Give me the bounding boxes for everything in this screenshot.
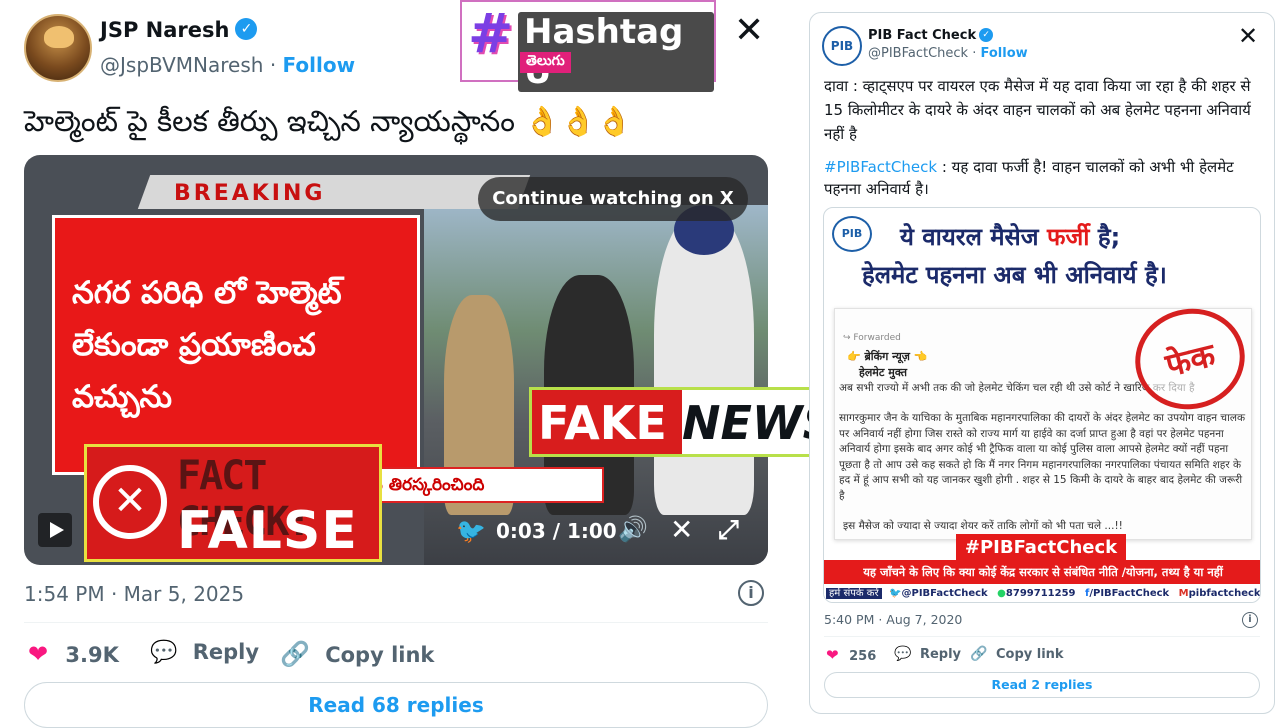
tweet-image[interactable]: PIB ये वायरल मैसेज फर्जी है; हेलमेट पहनन… bbox=[823, 207, 1261, 603]
continue-watching-button[interactable]: Continue watching on X bbox=[478, 177, 748, 221]
like-button[interactable]: ❤ 256 bbox=[826, 646, 876, 664]
read-replies-button[interactable]: Read 2 replies bbox=[824, 672, 1260, 698]
reply-button[interactable]: 💬 Reply bbox=[894, 646, 961, 662]
tweet-verdict-text: #PIBFactCheck : यह दावा फर्जी है! वाहन च… bbox=[824, 158, 1234, 198]
message-title: 👉 ब्रेकिंग न्यूज़ 👈 bbox=[847, 350, 928, 363]
reply-button[interactable]: 💬 Reply bbox=[150, 640, 259, 665]
whatsapp-icon: ● bbox=[997, 588, 1006, 599]
gmail-icon: M bbox=[1178, 588, 1189, 599]
user-handle-row: @JspBVMNaresh · Follow bbox=[100, 53, 356, 77]
video-scene bbox=[424, 205, 768, 565]
twitter-bird-icon: 🐦 bbox=[456, 517, 486, 545]
heart-icon: ❤ bbox=[826, 646, 839, 664]
divider bbox=[824, 636, 1260, 637]
tweet-timestamp[interactable]: 1:54 PM · Mar 5, 2025 bbox=[24, 582, 244, 606]
message-footer: इस मैसेज को ज्यादा से ज्यादा शेयर करें त… bbox=[843, 520, 1123, 532]
volume-icon[interactable]: 🔊 bbox=[618, 515, 648, 543]
x-logo-icon[interactable]: ✕ bbox=[1238, 22, 1258, 50]
pib-contact-row: हमें संपर्क करें 🐦@PIBFactCheck ●8799711… bbox=[824, 584, 1260, 602]
read-replies-button[interactable]: Read 68 replies bbox=[24, 682, 768, 728]
user-handle[interactable]: @JspBVMNaresh bbox=[100, 53, 263, 77]
reply-icon: 💬 bbox=[150, 640, 178, 665]
like-button[interactable]: ❤ 3.9K bbox=[28, 640, 119, 668]
video-headline: నగర పరిధి లో హెల్మెట్ లేకుండా ప్రయాణించ … bbox=[72, 275, 342, 415]
divider bbox=[24, 622, 768, 623]
like-count: 256 bbox=[849, 649, 877, 664]
twitter-bird-icon: 🐦 bbox=[889, 588, 902, 599]
hash-mark: # bbox=[468, 2, 514, 65]
copy-link-button[interactable]: 🔗 Copy link bbox=[970, 646, 1064, 662]
tweet-text: హెల్మెంట్ పై కీలక తీర్పు ఇచ్చిన న్యాయస్థ… bbox=[24, 104, 633, 138]
reply-icon: 💬 bbox=[894, 646, 912, 662]
user-handle-row: @PIBFactCheck · Follow bbox=[868, 46, 1028, 61]
play-icon[interactable] bbox=[38, 513, 72, 547]
tweet-claim-text: दावा : व्हाट्सएप पर वायरल एक मैसेज में य… bbox=[824, 77, 1251, 143]
user-handle[interactable]: @PIBFactCheck bbox=[868, 46, 968, 61]
fullscreen-icon[interactable]: ⤢ bbox=[718, 515, 739, 546]
pib-hashtag-banner: #PIBFactCheck bbox=[956, 534, 1126, 562]
message-subtitle: हेलमेट मुक्त bbox=[859, 366, 907, 379]
false-label: FALSE bbox=[177, 501, 358, 561]
follow-button[interactable]: Follow bbox=[981, 46, 1028, 61]
hashtag-link[interactable]: #PIBFactCheck bbox=[824, 158, 937, 176]
verified-icon: ✓ bbox=[235, 18, 258, 40]
x-logo-icon[interactable]: ✕ bbox=[734, 10, 764, 51]
message-body: सागरकुमार जैन के याचिका के मुताबिक महानग… bbox=[839, 412, 1246, 502]
pib-info-band: यह जाँचने के लिए कि क्या कोई केंद्र सरका… bbox=[824, 560, 1260, 584]
heart-icon: ❤ bbox=[28, 640, 49, 668]
x-logo-icon[interactable]: ✕ bbox=[670, 513, 693, 546]
pib-logo: PIB bbox=[832, 216, 872, 252]
info-icon[interactable]: i bbox=[1242, 612, 1258, 628]
link-icon: 🔗 bbox=[970, 646, 988, 662]
avatar[interactable]: PIB bbox=[822, 26, 862, 66]
like-count: 3.9K bbox=[65, 643, 119, 667]
verified-icon: ✓ bbox=[979, 28, 994, 42]
logo-sub: తెలుగు bbox=[520, 52, 571, 73]
fake-news-stamp: FAKE NEWS bbox=[529, 387, 818, 457]
fake-label: FAKE bbox=[538, 396, 667, 450]
forwarded-label: ↪ Forwarded bbox=[843, 333, 901, 343]
hashtag-u-logo: # Hashtag U తెలుగు bbox=[460, 0, 716, 92]
forwarded-message: ↪ Forwarded 👉 ब्रेकिंग न्यूज़ 👈 हेलमेट म… bbox=[834, 297, 1256, 540]
link-icon: 🔗 bbox=[280, 640, 310, 668]
video-time: 0:03 / 1:00 bbox=[496, 519, 617, 543]
tweet-timestamp[interactable]: 5:40 PM · Aug 7, 2020 bbox=[824, 612, 962, 627]
fake-seal-stamp: फेक bbox=[1124, 297, 1256, 421]
fact-check-false-stamp: ✕ FACT CHECK: FALSE bbox=[84, 444, 382, 562]
image-headline: ये वायरल मैसेज फर्जी है; bbox=[900, 223, 1121, 251]
display-name[interactable]: PIB Fact Check ✓ bbox=[868, 28, 994, 43]
image-subheadline: हेलमेट पहनना अब भी अनिवार्य है। bbox=[862, 261, 1167, 289]
follow-button[interactable]: Follow bbox=[283, 53, 356, 77]
info-icon[interactable]: i bbox=[738, 580, 764, 606]
x-circle-icon: ✕ bbox=[93, 465, 167, 539]
copy-link-button[interactable]: 🔗 Copy link bbox=[280, 640, 434, 668]
breaking-label: BREAKING bbox=[174, 181, 326, 206]
display-name[interactable]: JSP Naresh ✓ bbox=[100, 18, 258, 42]
avatar[interactable] bbox=[24, 14, 92, 82]
news-label: NEWS bbox=[682, 396, 815, 450]
